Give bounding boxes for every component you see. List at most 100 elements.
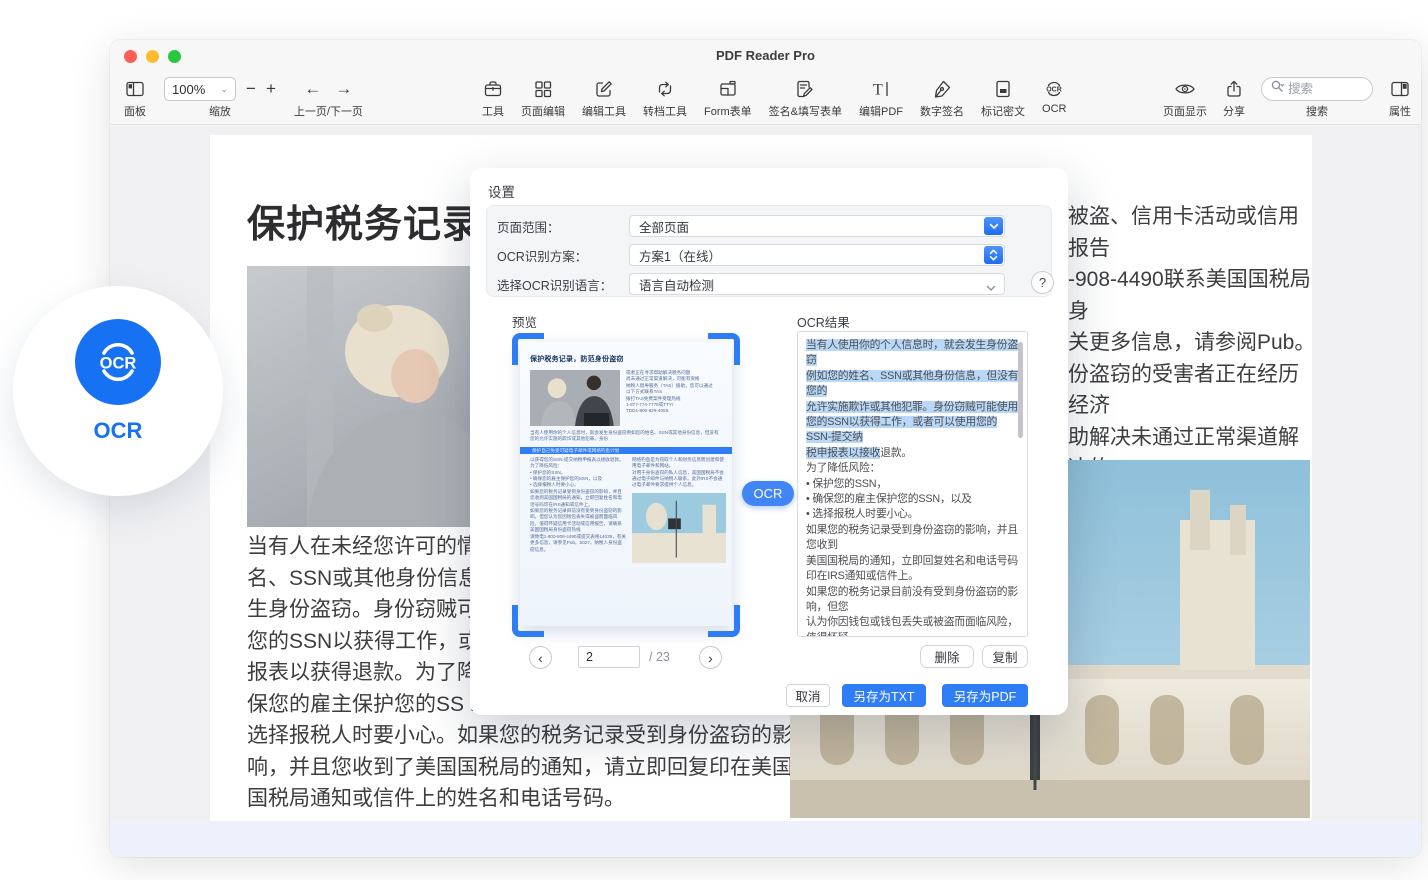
next-page-button[interactable]: →: [335, 79, 352, 99]
page-edit-button[interactable]: 页面编辑: [521, 77, 565, 119]
ocr-badge-label: OCR: [13, 418, 223, 444]
page-display-label: 页面显示: [1163, 103, 1207, 119]
page-nav-label: 上一页/下一页: [294, 103, 363, 119]
save-as-txt-button[interactable]: 另存为TXT: [842, 684, 926, 707]
page-range-select[interactable]: 全部页面: [629, 215, 1005, 237]
search-group: 搜索: [1261, 77, 1373, 119]
panel-button[interactable]: 面板: [124, 77, 146, 119]
copy-button[interactable]: 复制: [982, 645, 1028, 668]
convert-tools-button[interactable]: 转档工具: [643, 77, 687, 119]
form-button[interactable]: Form表单: [704, 77, 752, 119]
window-footer-strip: [110, 821, 1421, 857]
ocr-language-value: 语言自动检测: [639, 275, 714, 294]
share-button[interactable]: 分享: [1223, 77, 1245, 119]
ocr-result-label: OCR结果: [797, 312, 850, 331]
share-icon: [1223, 77, 1245, 101]
form-icon: [717, 77, 739, 101]
page-range-label: 页面范围：: [497, 217, 629, 236]
panel-label: 面板: [124, 103, 146, 119]
zoom-label: 缩放: [209, 103, 231, 119]
zoom-select[interactable]: 100% ⌄: [164, 77, 236, 101]
preview-thumbnail[interactable]: 保护税务记录，防范身份盗窃 或者正在寻求帮助解决税务问题 尚未通过正常渠道解决，…: [512, 333, 740, 637]
edit-pdf-button[interactable]: T 编辑PDF: [859, 77, 903, 119]
page-nav-group: ← → 上一页/下一页: [294, 77, 363, 119]
ocr-toolbar-label: OCR: [1042, 103, 1066, 115]
thumb-next-page-button[interactable]: ›: [699, 646, 722, 669]
digital-sign-label: 数字签名: [920, 103, 964, 119]
edit-pdf-label: 编辑PDF: [859, 103, 903, 119]
ocr-result-highlighted-text: 当有人使用你的个人信息时，就会发生身份盗窃 例如您的姓名、SSN或其他身份信息，…: [806, 339, 1018, 459]
svg-text:OCR: OCR: [1046, 87, 1062, 94]
redact-button[interactable]: 标记密文: [981, 77, 1025, 119]
edit-tools-button[interactable]: 编辑工具: [582, 77, 626, 119]
page-display-button[interactable]: 页面显示: [1163, 77, 1207, 119]
cancel-button[interactable]: 取消: [786, 684, 830, 707]
run-ocr-button[interactable]: OCR: [742, 481, 794, 506]
eye-icon: [1173, 77, 1197, 101]
ocr-language-select[interactable]: 语言自动检测: [629, 273, 1005, 295]
search-input[interactable]: [1288, 82, 1358, 96]
thumb-building-photo: [632, 493, 726, 563]
toolbar: 面板 100% ⌄ − + 缩放 ←: [110, 72, 1421, 125]
tools-button[interactable]: 工具: [482, 77, 504, 119]
search-field[interactable]: [1261, 77, 1373, 101]
thumb-prev-page-button[interactable]: ‹: [529, 646, 552, 669]
svg-text:OCR: OCR: [100, 355, 137, 373]
page-range-value: 全部页面: [639, 217, 689, 236]
sign-fill-button[interactable]: 签名&填写表单: [769, 77, 842, 119]
edit-tools-label: 编辑工具: [582, 103, 626, 119]
result-scrollbar[interactable]: [1018, 342, 1023, 438]
chevron-down-icon[interactable]: [984, 217, 1003, 235]
crop-handle-bottom-left[interactable]: [512, 605, 544, 637]
titlebar: PDF Reader Pro: [110, 40, 1421, 72]
ocr-toolbar-button[interactable]: OCR OCR: [1042, 77, 1066, 115]
thumbnail-page: 保护税务记录，防范身份盗窃 或者正在寻求帮助解决税务问题 尚未通过正常渠道解决，…: [520, 342, 732, 626]
thumb-page-total: / 23: [649, 650, 670, 664]
delete-button[interactable]: 删除: [920, 645, 974, 668]
pen-nib-icon: [931, 77, 953, 101]
tools-label: 工具: [482, 103, 504, 119]
grid-icon: [532, 77, 554, 101]
preview-label: 预览: [512, 312, 537, 331]
ocr-plan-value: 方案1（在线）: [639, 246, 721, 265]
chevron-down-icon: ⌄: [220, 84, 228, 95]
crop-handle-top-left[interactable]: [512, 333, 544, 365]
ocr-icon: OCR: [1043, 77, 1065, 101]
svg-text:T: T: [873, 82, 883, 99]
ocr-feature-badge[interactable]: OCR OCR: [13, 286, 223, 496]
thumb-text-right: 或者正在寻求帮助解决税务问题 尚未通过正常渠道解决，可能有资格 纳税人倡导服务（…: [626, 370, 713, 426]
share-label: 分享: [1223, 103, 1245, 119]
zoom-out-button[interactable]: −: [246, 77, 256, 101]
digital-sign-button[interactable]: 数字签名: [920, 77, 964, 119]
thumb-title: 保护税务记录，防范身份盗窃: [530, 354, 722, 364]
settings-panel: 页面范围： 全部页面 OCR识别方案： 方案1（在线）: [486, 205, 1052, 297]
zoom-in-button[interactable]: +: [266, 77, 276, 101]
zoom-group: 100% ⌄ − + 缩放: [164, 77, 276, 119]
ocr-plan-select[interactable]: 方案1（在线）: [629, 244, 1005, 266]
convert-tools-label: 转档工具: [643, 103, 687, 119]
stepper-icon[interactable]: [984, 246, 1003, 264]
ocr-language-label: 选择OCR识别语言：: [497, 275, 629, 294]
thumb-text-bottom-left: 以获得您的SSN-提交纳税申报表以接收退款。 为了降低风险： • 保护您的SSN…: [530, 457, 626, 563]
ocr-result-box[interactable]: 当有人使用你的个人信息时，就会发生身份盗窃 例如您的姓名、SSN或其他身份信息，…: [797, 331, 1028, 637]
help-button[interactable]: ?: [1031, 271, 1054, 294]
thumb-highlight-band: 保护自己免受可疑电子邮件或网络钓鱼计划: [520, 447, 732, 454]
redact-document-icon: [992, 77, 1014, 101]
crop-handle-top-right[interactable]: [708, 333, 740, 365]
window-title: PDF Reader Pro: [110, 48, 1421, 63]
crop-handle-bottom-right[interactable]: [708, 605, 740, 637]
pencil-square-icon: [593, 77, 615, 101]
screen: PDF Reader Pro 面板 100% ⌄: [0, 0, 1428, 880]
previous-page-button[interactable]: ←: [304, 79, 321, 99]
properties-label: 属性: [1389, 103, 1411, 119]
properties-button[interactable]: 属性: [1389, 77, 1411, 119]
thumb-page-input[interactable]: [578, 646, 640, 668]
zoom-value: 100%: [172, 82, 205, 97]
search-label: 搜索: [1306, 103, 1328, 119]
search-icon: [1270, 79, 1285, 99]
ocr-plan-label: OCR识别方案：: [497, 246, 629, 265]
chevron-down-icon: [986, 281, 996, 295]
text-cursor-icon: T: [870, 77, 892, 101]
save-as-pdf-button[interactable]: 另存为PDF: [942, 684, 1028, 707]
ocr-result-text: 退款。 为了降低风险： • 保护您的SSN， • 确保您的雇主保护您的SSN，以…: [806, 447, 1018, 637]
